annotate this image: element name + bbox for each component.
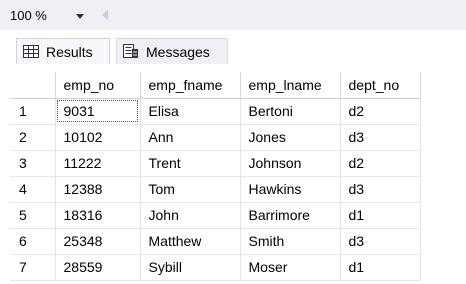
cell-emp-fname[interactable]: Elisa — [140, 98, 241, 125]
cell-emp-fname[interactable]: Ann — [140, 124, 241, 151]
grid-icon — [22, 44, 40, 60]
column-header-emp-lname[interactable]: emp_lname — [240, 72, 341, 99]
row-number[interactable]: 4 — [10, 176, 56, 203]
cell-emp-lname[interactable]: Smith — [240, 228, 341, 255]
zoom-dropdown[interactable]: 100 % — [8, 7, 132, 25]
results-pane: 100 % Results Messages emp_no emp_fname … — [0, 0, 466, 284]
table-row[interactable]: 6 25348 Matthew Smith d3 — [10, 228, 421, 255]
cell-emp-fname[interactable]: Sybill — [140, 254, 241, 281]
column-header-emp-no[interactable]: emp_no — [55, 72, 141, 99]
tab-results-label: Results — [46, 43, 93, 60]
cell-emp-no[interactable]: 10102 — [55, 124, 141, 151]
cell-emp-lname[interactable]: Moser — [240, 254, 341, 281]
cell-dept-no[interactable]: d1 — [340, 202, 421, 229]
cell-emp-fname[interactable]: Matthew — [140, 228, 241, 255]
tab-messages-label: Messages — [146, 43, 210, 60]
column-header-emp-fname[interactable]: emp_fname — [140, 72, 241, 99]
cell-dept-no[interactable]: d3 — [340, 228, 421, 255]
zoom-value: 100 % — [10, 8, 47, 23]
cell-emp-lname[interactable]: Jones — [240, 124, 341, 151]
cell-dept-no[interactable]: d2 — [340, 150, 421, 177]
header-row: emp_no emp_fname emp_lname dept_no — [10, 72, 421, 99]
cell-emp-no[interactable]: 9031 — [55, 98, 141, 125]
chevron-down-icon[interactable] — [74, 7, 86, 25]
grid-left-margin — [0, 66, 10, 284]
cell-emp-no[interactable]: 11222 — [55, 150, 141, 177]
tab-results[interactable]: Results — [16, 38, 110, 64]
tab-messages[interactable]: Messages — [116, 38, 228, 64]
cell-dept-no[interactable]: d2 — [340, 98, 421, 125]
row-number[interactable]: 3 — [10, 150, 56, 177]
column-header-rownum[interactable] — [10, 72, 56, 99]
table-row[interactable]: 1 9031 Elisa Bertoni d2 — [10, 98, 421, 125]
row-number[interactable]: 2 — [10, 124, 56, 151]
cell-dept-no[interactable]: d3 — [340, 124, 421, 151]
column-header-dept-no[interactable]: dept_no — [340, 72, 421, 99]
cell-emp-fname[interactable]: Tom — [140, 176, 241, 203]
table-row[interactable]: 3 11222 Trent Johnson d2 — [10, 150, 421, 177]
cell-emp-lname[interactable]: Johnson — [240, 150, 341, 177]
cell-emp-no[interactable]: 12388 — [55, 176, 141, 203]
cell-emp-fname[interactable]: Trent — [140, 150, 241, 177]
cell-emp-no[interactable]: 18316 — [55, 202, 141, 229]
cell-dept-no[interactable]: d3 — [340, 176, 421, 203]
table-row[interactable]: 7 28559 Sybill Moser d1 — [10, 254, 421, 281]
table-row[interactable]: 4 12388 Tom Hawkins d3 — [10, 176, 421, 203]
row-number[interactable]: 1 — [10, 98, 56, 125]
cell-emp-lname[interactable]: Hawkins — [240, 176, 341, 203]
cell-emp-lname[interactable]: Bertoni — [240, 98, 341, 125]
scroll-left-icon[interactable] — [101, 9, 109, 21]
messages-icon — [122, 44, 140, 60]
cell-emp-lname[interactable]: Barrimore — [240, 202, 341, 229]
result-tabs: Results Messages — [0, 30, 466, 66]
results-table: emp_no emp_fname emp_lname dept_no 1 903… — [10, 72, 421, 281]
cell-dept-no[interactable]: d1 — [340, 254, 421, 281]
table-row[interactable]: 5 18316 John Barrimore d1 — [10, 202, 421, 229]
zoom-toolbar: 100 % — [0, 0, 466, 31]
cell-emp-no[interactable]: 28559 — [55, 254, 141, 281]
row-number[interactable]: 5 — [10, 202, 56, 229]
cell-emp-fname[interactable]: John — [140, 202, 241, 229]
row-number[interactable]: 6 — [10, 228, 56, 255]
cell-emp-no[interactable]: 25348 — [55, 228, 141, 255]
table-row[interactable]: 2 10102 Ann Jones d3 — [10, 124, 421, 151]
results-grid[interactable]: emp_no emp_fname emp_lname dept_no 1 903… — [10, 72, 466, 284]
row-number[interactable]: 7 — [10, 254, 56, 281]
